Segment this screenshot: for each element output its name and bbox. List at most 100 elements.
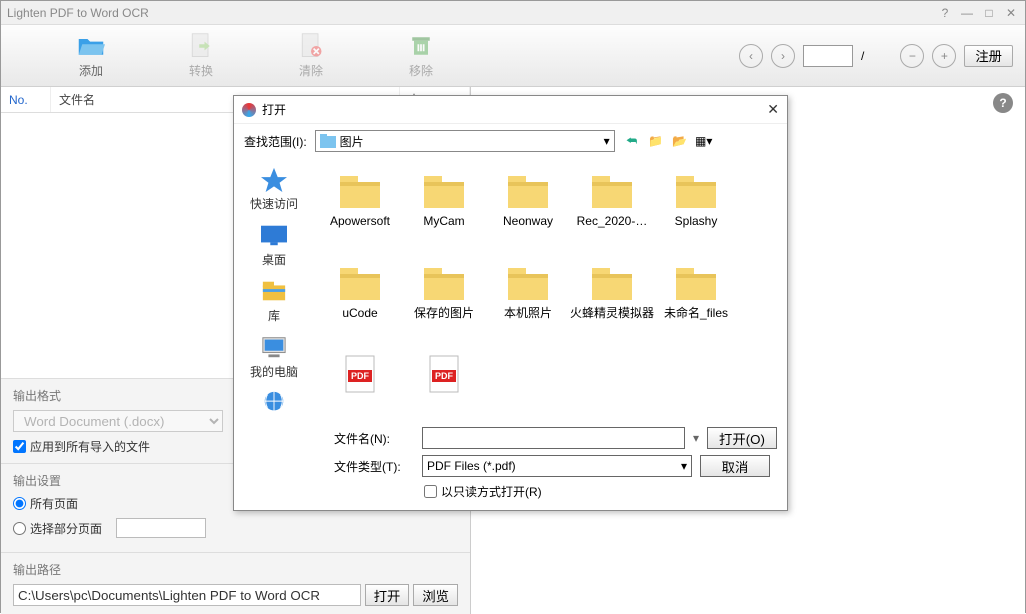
- folder-icon: [588, 170, 636, 210]
- folder-open-icon: [77, 32, 105, 60]
- folder-icon: [672, 170, 720, 210]
- select-pages-label: 选择部分页面: [30, 520, 102, 537]
- all-pages-radio[interactable]: [13, 497, 26, 510]
- apply-all-checkbox[interactable]: [13, 440, 26, 453]
- page-number-input[interactable]: [803, 45, 853, 67]
- chevron-down-icon: ▾: [604, 134, 610, 148]
- pdf-icon: PDF: [420, 354, 468, 394]
- lookin-select[interactable]: 图片 ▾: [315, 130, 615, 152]
- prev-page-button[interactable]: ‹: [739, 44, 763, 68]
- output-format-select[interactable]: Word Document (.docx): [13, 410, 223, 432]
- zoom-out-button[interactable]: −: [900, 44, 924, 68]
- place-quick-access[interactable]: 快速访问: [250, 166, 298, 212]
- folder-icon: [336, 170, 384, 210]
- place-library[interactable]: 库: [259, 278, 289, 324]
- folder-item[interactable]: 火蜂精灵模拟器: [570, 256, 654, 348]
- minimize-icon[interactable]: —: [959, 5, 975, 21]
- place-computer[interactable]: 我的电脑: [250, 334, 298, 380]
- svg-text:PDF: PDF: [435, 371, 454, 381]
- folder-name: Neonway: [503, 214, 553, 228]
- output-path-label: 输出路径: [13, 561, 458, 578]
- folder-icon: [420, 170, 468, 210]
- back-icon[interactable]: ⮪: [623, 132, 641, 150]
- folder-name: Rec_2020-…: [577, 214, 648, 228]
- new-folder-icon[interactable]: 📂: [671, 132, 689, 150]
- folder-icon: [504, 262, 552, 302]
- folder-item[interactable]: uCode: [318, 256, 402, 348]
- folder-name: 本机照片: [504, 306, 552, 320]
- folder-item[interactable]: Splashy: [654, 164, 738, 256]
- dialog-cancel-button[interactable]: 取消: [700, 455, 770, 477]
- zoom-in-button[interactable]: +: [932, 44, 956, 68]
- folder-item[interactable]: Rec_2020-…: [570, 164, 654, 256]
- folder-item[interactable]: 未命名_files: [654, 256, 738, 348]
- maximize-icon[interactable]: □: [981, 5, 997, 21]
- folder-name: MyCam: [423, 214, 464, 228]
- folder-icon: [672, 262, 720, 302]
- clear-button[interactable]: 清除: [261, 32, 361, 79]
- select-pages-radio[interactable]: [13, 522, 26, 535]
- trash-icon: [407, 32, 435, 60]
- titlebar: Lighten PDF to Word OCR ? — □ ✕: [1, 1, 1025, 25]
- col-no[interactable]: No.: [1, 87, 51, 112]
- remove-button[interactable]: 移除: [371, 32, 471, 79]
- help-icon[interactable]: ?: [937, 5, 953, 21]
- close-icon[interactable]: ✕: [1003, 5, 1019, 21]
- up-one-level-icon[interactable]: 📁: [647, 132, 665, 150]
- pdf-icon: PDF: [336, 354, 384, 394]
- folder-icon: [420, 262, 468, 302]
- folder-item[interactable]: Apowersoft: [318, 164, 402, 256]
- help-button[interactable]: ?: [993, 93, 1013, 113]
- desktop-icon: [259, 222, 289, 248]
- output-path-input[interactable]: [13, 584, 361, 606]
- app-icon: [242, 103, 256, 117]
- folder-item[interactable]: 保存的图片: [402, 256, 486, 348]
- folder-icon: [588, 262, 636, 302]
- folder-icon: [336, 262, 384, 302]
- browse-button[interactable]: 浏览: [413, 584, 458, 606]
- place-network[interactable]: 网络: [259, 390, 289, 421]
- place-desktop[interactable]: 桌面: [259, 222, 289, 268]
- folder-name: Apowersoft: [330, 214, 390, 228]
- page-sep: /: [861, 49, 864, 63]
- folder-icon: [504, 170, 552, 210]
- view-menu-icon[interactable]: ▦▾: [695, 132, 713, 150]
- next-page-button[interactable]: ›: [771, 44, 795, 68]
- document-clear-icon: [297, 32, 325, 60]
- all-pages-label: 所有页面: [30, 495, 78, 512]
- register-button[interactable]: 注册: [964, 45, 1013, 67]
- readonly-checkbox[interactable]: [424, 485, 437, 498]
- app-title: Lighten PDF to Word OCR: [7, 6, 149, 20]
- remove-label: 移除: [409, 62, 433, 79]
- open-path-button[interactable]: 打开: [365, 584, 410, 606]
- filetype-select[interactable]: PDF Files (*.pdf)▾: [422, 455, 692, 477]
- pictures-folder-icon: [320, 134, 336, 148]
- convert-label: 转换: [189, 62, 213, 79]
- lookin-value: 图片: [340, 133, 364, 150]
- add-label: 添加: [79, 62, 103, 79]
- filetype-label: 文件类型(T):: [334, 458, 414, 475]
- folder-name: 未命名_files: [664, 306, 728, 320]
- pdf-file-item[interactable]: PDF: [402, 348, 486, 421]
- folder-item[interactable]: MyCam: [402, 164, 486, 256]
- convert-button[interactable]: 转换: [151, 32, 251, 79]
- readonly-label: 以只读方式打开(R): [441, 483, 542, 500]
- folder-name: uCode: [342, 306, 377, 320]
- add-button[interactable]: 添加: [41, 32, 141, 79]
- page-range-input[interactable]: [116, 518, 206, 538]
- star-icon: [259, 166, 289, 192]
- dialog-title: 打开: [262, 101, 286, 118]
- folder-name: 火蜂精灵模拟器: [570, 306, 654, 320]
- folder-item[interactable]: 本机照片: [486, 256, 570, 348]
- pdf-file-item[interactable]: PDF: [318, 348, 402, 421]
- filename-input[interactable]: [422, 427, 685, 449]
- dialog-close-icon[interactable]: ✕: [767, 101, 779, 118]
- folder-item[interactable]: Neonway: [486, 164, 570, 256]
- library-icon: [259, 278, 289, 304]
- file-browser[interactable]: Apowersoft MyCam Neonway Rec_2020-… Splashy u…: [314, 158, 787, 421]
- filename-label: 文件名(N):: [334, 430, 414, 447]
- folder-name: Splashy: [675, 214, 718, 228]
- document-convert-icon: [187, 32, 215, 60]
- dialog-open-button[interactable]: 打开(O): [707, 427, 777, 449]
- clear-label: 清除: [299, 62, 323, 79]
